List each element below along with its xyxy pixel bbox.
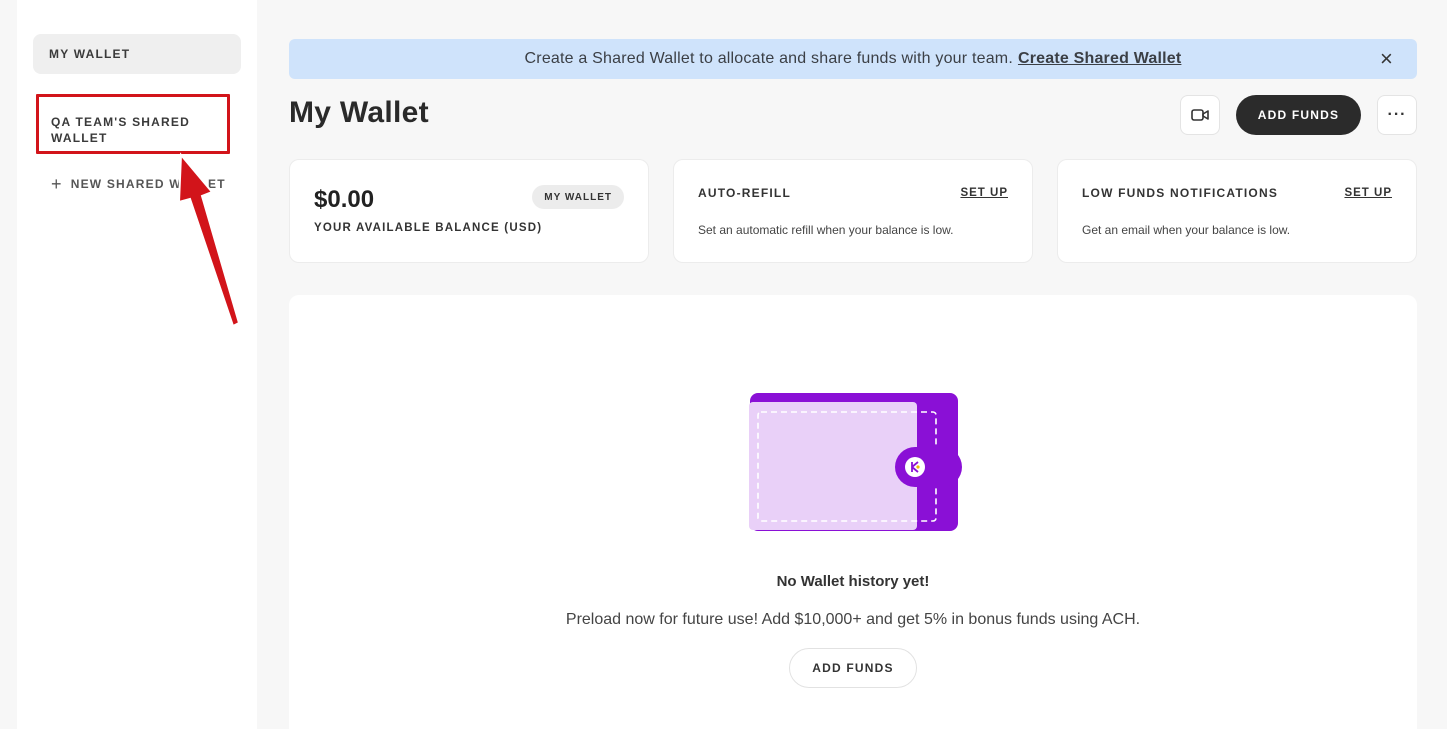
new-shared-wallet-label: NEW SHARED WALLET [70,177,226,191]
empty-history-description: Preload now for future use! Add $10,000+… [565,611,1141,628]
create-shared-wallet-link[interactable]: Create Shared Wallet [1018,50,1181,68]
wallet-badge: MY WALLET [532,185,624,209]
balance-card: $0.00 YOUR AVAILABLE BALANCE (USD) MY WA… [289,159,649,263]
balance-amount: $0.00 [314,186,375,213]
auto-refill-card: AUTO-REFILL SET UP Set an automatic refi… [673,159,1033,263]
sidebar-item-shared-wallet[interactable]: QA TEAM'S SHARED WALLET [36,94,230,154]
auto-refill-title: AUTO-REFILL [698,186,791,200]
sidebar: MY WALLET QA TEAM'S SHARED WALLET + NEW … [17,0,257,729]
auto-refill-description: Set an automatic refill when your balanc… [698,223,954,237]
banner-text: Create a Shared Wallet to allocate and s… [524,50,1013,67]
low-funds-description: Get an email when your balance is low. [1082,223,1291,237]
balance-label: YOUR AVAILABLE BALANCE (USD) [314,222,543,234]
sidebar-item-my-wallet[interactable]: MY WALLET [33,34,241,74]
new-shared-wallet-button[interactable]: + NEW SHARED WALLET [33,174,241,194]
sidebar-item-label: MY WALLET [49,47,131,61]
low-funds-setup-link[interactable]: SET UP [1344,187,1392,199]
add-funds-button[interactable]: ADD FUNDS [1236,95,1361,135]
plus-icon: + [51,174,63,194]
sidebar-item-label: QA TEAM'S SHARED WALLET [51,115,190,145]
close-icon[interactable]: × [1380,47,1393,71]
low-funds-title: LOW FUNDS NOTIFICATIONS [1082,186,1279,200]
video-camera-icon [1191,109,1209,121]
page-title: My Wallet [289,96,429,129]
main-content: Create a Shared Wallet to allocate and s… [289,0,1417,729]
more-options-button[interactable]: ··· [1377,95,1417,135]
wallet-history-panel: No Wallet history yet! Preload now for f… [289,295,1417,729]
low-funds-card: LOW FUNDS NOTIFICATIONS SET UP Get an em… [1057,159,1417,263]
shared-wallet-banner: Create a Shared Wallet to allocate and s… [289,39,1417,79]
empty-history-title: No Wallet history yet! [776,573,930,590]
wallet-illustration-icon [749,393,962,531]
video-button[interactable] [1180,95,1220,135]
add-funds-secondary-button[interactable]: ADD FUNDS [789,648,917,688]
more-icon: ··· [1387,106,1407,123]
auto-refill-setup-link[interactable]: SET UP [960,187,1008,199]
